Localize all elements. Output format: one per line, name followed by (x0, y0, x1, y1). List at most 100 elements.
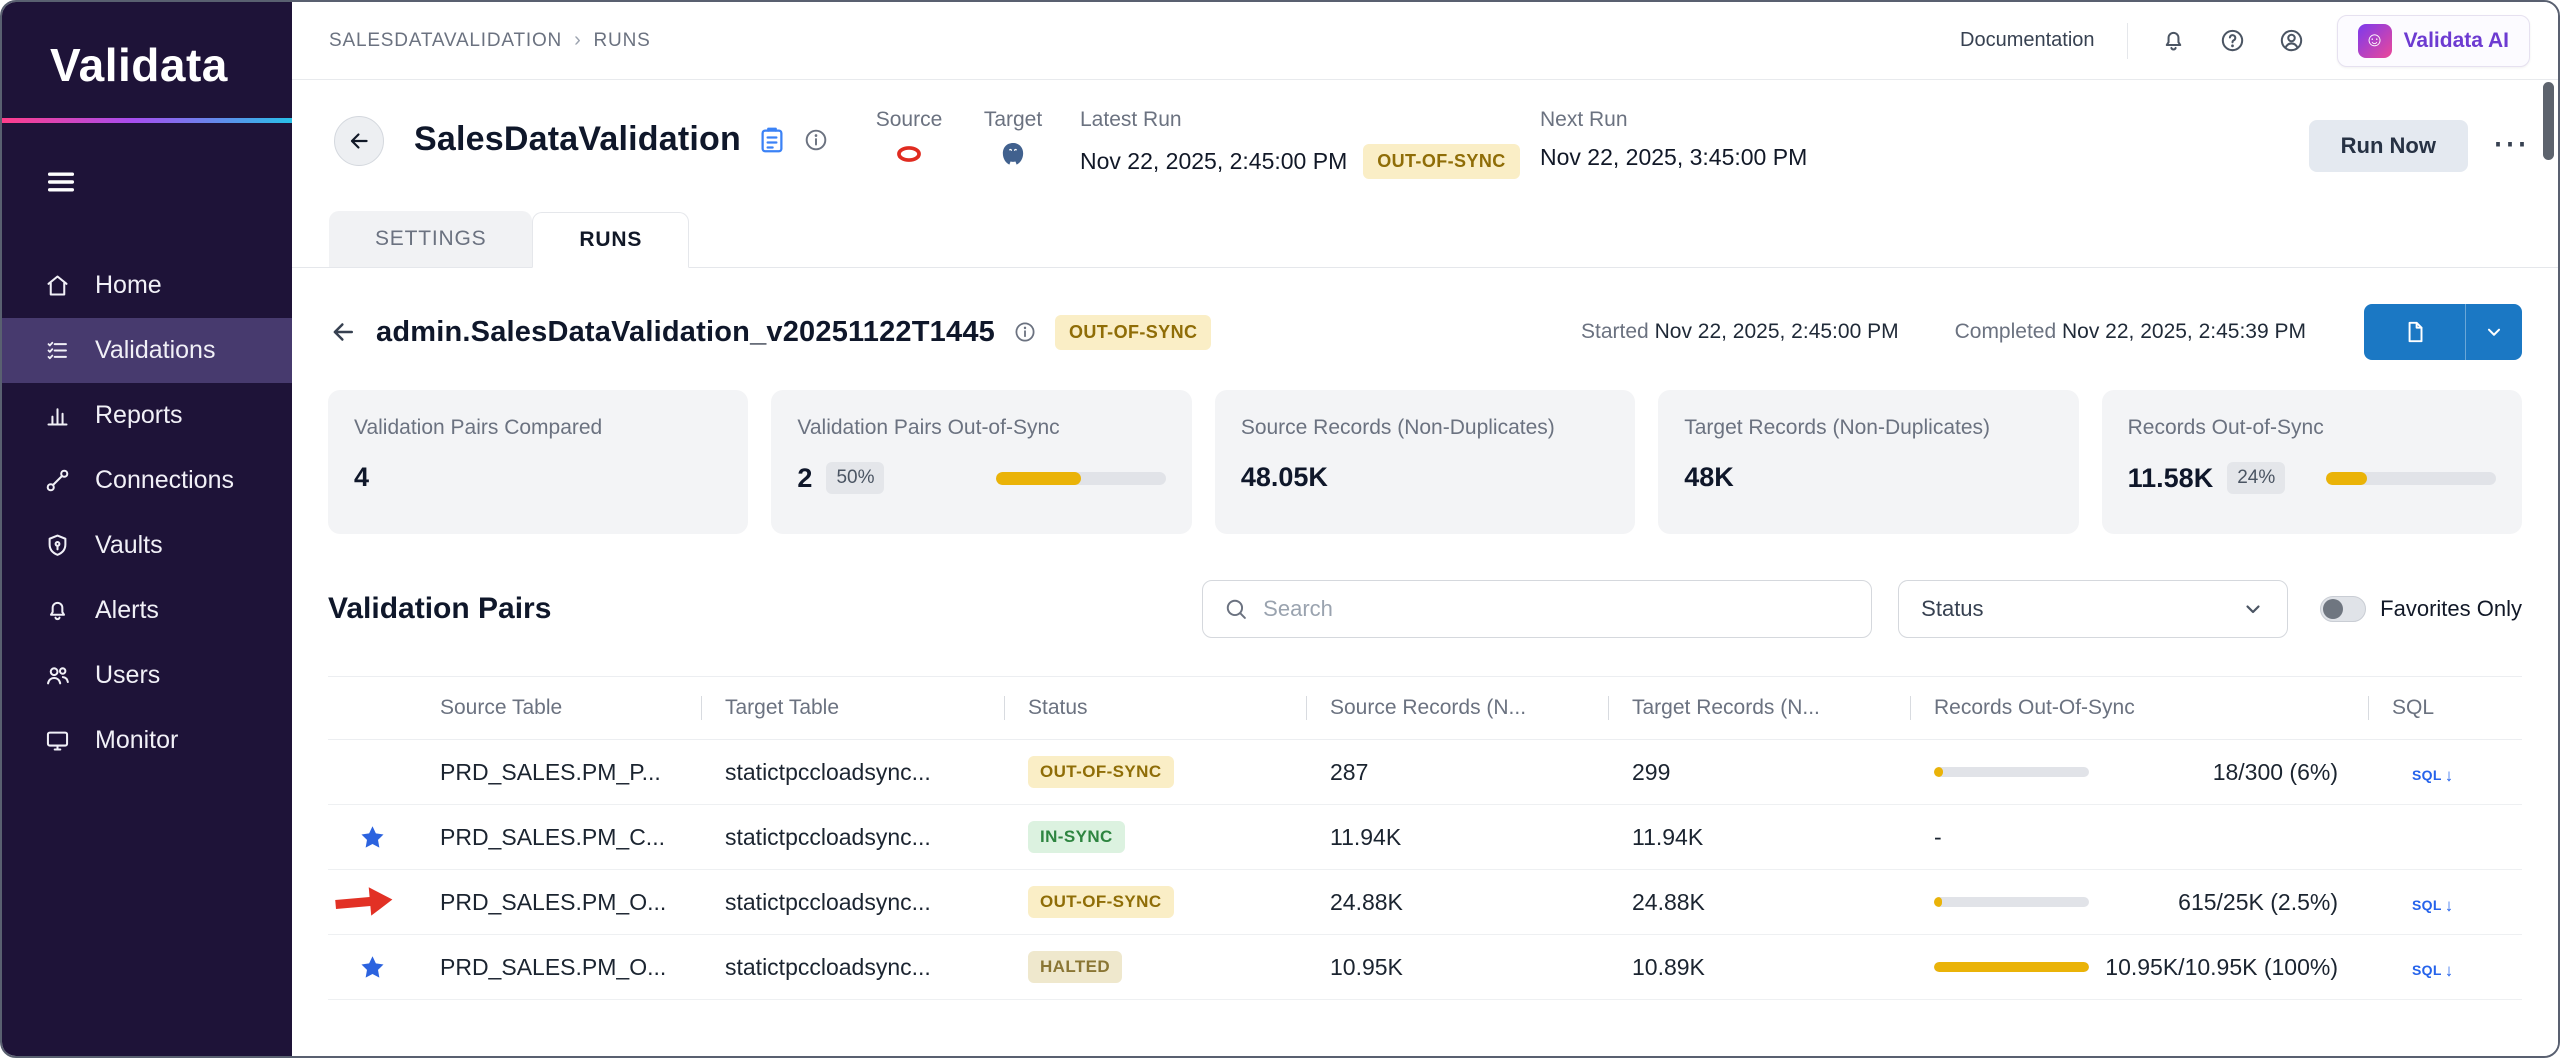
validata-ai-icon: ☺ (2358, 24, 2392, 58)
main-area: SALESDATAVALIDATION › RUNS Documentation… (292, 2, 2558, 1056)
more-options-button[interactable]: ⋯ (2492, 122, 2528, 164)
sidebar-item-monitor[interactable]: Monitor (2, 708, 292, 773)
sidebar-item-reports[interactable]: Reports (2, 383, 292, 448)
out-of-sync-progress-bar (1934, 767, 2089, 777)
help-icon[interactable] (2219, 27, 2246, 54)
documentation-link[interactable]: Documentation (1960, 29, 2095, 52)
tab-settings[interactable]: SETTINGS (329, 211, 532, 267)
started-value: Nov 22, 2025, 2:45:00 PM (1655, 320, 1899, 343)
favorite-cell[interactable] (328, 870, 416, 934)
source-table-cell: PRD_SALES.PM_O... (416, 954, 701, 981)
export-dropdown-button[interactable] (2466, 304, 2522, 360)
search-box[interactable] (1202, 580, 1872, 638)
info-icon[interactable] (803, 127, 829, 153)
scrollbar[interactable] (2543, 82, 2555, 160)
breadcrumb: SALESDATAVALIDATION › RUNS (329, 29, 651, 52)
run-now-button[interactable]: Run Now (2309, 120, 2468, 172)
search-input[interactable] (1263, 596, 1851, 622)
out-of-sync-value: 18/300 (6%) (2213, 759, 2338, 786)
completed-label: Completed (1955, 320, 2057, 343)
completed-value: Nov 22, 2025, 2:45:39 PM (2062, 320, 2306, 343)
column-header[interactable]: Status (1004, 696, 1306, 720)
postgresql-target-icon (999, 140, 1027, 168)
favorite-cell[interactable] (328, 805, 416, 869)
sql-download-icon[interactable]: SQL↓ (2412, 767, 2453, 783)
favorite-cell[interactable] (328, 740, 416, 804)
sql-download-icon[interactable]: SQL↓ (2412, 897, 2453, 913)
sidebar-item-label: Home (95, 271, 162, 300)
export-report-button[interactable] (2364, 304, 2522, 360)
sidebar-item-connections[interactable]: Connections (2, 448, 292, 513)
toggle-knob (2323, 599, 2343, 619)
account-icon[interactable] (2278, 27, 2305, 54)
validation-title: SalesDataValidation (414, 120, 741, 159)
status-filter-dropdown[interactable]: Status (1898, 580, 2288, 638)
stat-card: Records Out-of-Sync 11.58K 24% (2102, 390, 2522, 534)
sidebar-item-users[interactable]: Users (2, 643, 292, 708)
run-back-button[interactable] (328, 317, 358, 347)
column-header[interactable]: Target Table (701, 696, 1004, 720)
stat-progress-bar (996, 472, 1166, 485)
tab-runs[interactable]: RUNS (532, 212, 689, 268)
latest-run-label: Latest Run (1080, 108, 1520, 132)
content: admin.SalesDataValidation_v20251122T1445… (292, 268, 2558, 1056)
target-records-cell: 24.88K (1608, 889, 1910, 916)
sidebar-nav: Home Validations Reports Connections Vau… (2, 253, 292, 773)
sidebar-item-home[interactable]: Home (2, 253, 292, 318)
stat-label: Validation Pairs Compared (354, 416, 722, 440)
sidebar: Validata Home Validations Reports Connec… (2, 2, 292, 1056)
column-header[interactable]: SQL (2368, 696, 2521, 720)
stat-card: Target Records (Non-Duplicates) 48K (1658, 390, 2078, 534)
notifications-icon[interactable] (2160, 27, 2187, 54)
run-info-icon[interactable] (1013, 320, 1037, 344)
sidebar-item-label: Reports (95, 401, 183, 430)
out-of-sync-progress-bar (1934, 962, 2089, 972)
source-group: Source (874, 108, 944, 173)
sidebar-item-vaults[interactable]: Vaults (2, 513, 292, 578)
sidebar-item-validations[interactable]: Validations (2, 318, 292, 383)
app-logo: Validata (2, 2, 292, 92)
topbar: SALESDATAVALIDATION › RUNS Documentation… (292, 2, 2558, 80)
pairs-controls: Status Favorites Only (1202, 580, 2522, 638)
table-row[interactable]: PRD_SALES.PM_O... statictpccloadsync... … (328, 870, 2522, 935)
source-records-cell: 10.95K (1306, 954, 1608, 981)
source-records-cell: 11.94K (1306, 824, 1608, 851)
sql-cell: SQL↓ (2368, 889, 2521, 916)
arrow-left-icon (346, 128, 372, 154)
validata-ai-button[interactable]: ☺ Validata AI (2337, 15, 2530, 67)
favorite-star-icon[interactable] (359, 954, 386, 981)
sidebar-item-alerts[interactable]: Alerts (2, 578, 292, 643)
run-title: admin.SalesDataValidation_v20251122T1445 (376, 316, 995, 349)
validation-title-group: SalesDataValidation (414, 120, 829, 159)
scrollbar-thumb[interactable] (2543, 82, 2554, 160)
search-icon (1223, 596, 1249, 622)
status-badge: IN-SYNC (1028, 821, 1125, 853)
column-header[interactable]: Source Records (N... (1306, 696, 1608, 720)
table-row[interactable]: PRD_SALES.PM_C... statictpccloadsync... … (328, 805, 2522, 870)
schedule-icon[interactable] (757, 125, 787, 155)
favorite-star-icon[interactable] (359, 824, 386, 851)
breadcrumb-item-runs[interactable]: RUNS (594, 30, 651, 52)
table-row[interactable]: PRD_SALES.PM_O... statictpccloadsync... … (328, 935, 2522, 1000)
stat-percent-badge: 50% (826, 462, 884, 494)
sidebar-item-label: Connections (95, 466, 234, 495)
logo-gradient-divider (2, 118, 292, 123)
validata-ai-label: Validata AI (2404, 29, 2509, 53)
breadcrumb-item-validation[interactable]: SALESDATAVALIDATION (329, 30, 562, 52)
column-header[interactable]: Records Out-Of-Sync (1910, 696, 2368, 720)
stat-percent-badge: 24% (2227, 462, 2285, 494)
stat-card: Validation Pairs Out-of-Sync 2 50% (771, 390, 1191, 534)
sql-download-icon[interactable]: SQL↓ (2412, 962, 2453, 978)
favorite-cell[interactable] (328, 935, 416, 999)
favorites-label: Favorites Only (2380, 596, 2522, 622)
sidebar-item-label: Alerts (95, 596, 159, 625)
menu-icon[interactable] (44, 165, 78, 199)
chevron-down-icon (2241, 597, 2265, 621)
app-window: Validata Home Validations Reports Connec… (0, 0, 2560, 1058)
favorites-toggle[interactable] (2320, 596, 2366, 622)
back-button[interactable] (334, 116, 384, 166)
column-header[interactable]: Target Records (N... (1608, 696, 1910, 720)
source-table-cell: PRD_SALES.PM_O... (416, 889, 701, 916)
table-row[interactable]: PRD_SALES.PM_P... statictpccloadsync... … (328, 740, 2522, 805)
column-header[interactable]: Source Table (416, 696, 701, 720)
